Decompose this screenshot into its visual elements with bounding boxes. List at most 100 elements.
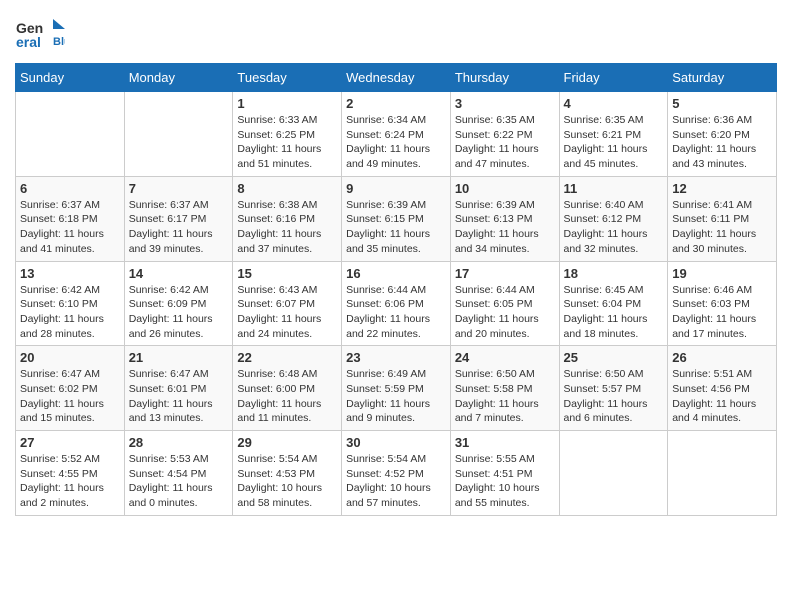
weekday-header-wednesday: Wednesday (342, 64, 451, 92)
calendar-cell: 31Sunrise: 5:55 AMSunset: 4:51 PMDayligh… (450, 431, 559, 516)
calendar-cell: 29 Sunrise: 5:54 AMSunset: 4:53 PMDayligh… (233, 431, 342, 516)
svg-text:Blue: Blue (53, 36, 65, 48)
cell-info: Sunrise: 6:45 AMSunset: 6:04 PMDaylight:… (564, 284, 648, 340)
cell-info: Sunrise: 6:50 AMSunset: 5:57 PMDaylight:… (564, 368, 648, 424)
day-number: 5 (672, 96, 772, 111)
day-number: 12 (672, 181, 772, 196)
day-number: 29 (237, 435, 337, 450)
calendar-cell: 17Sunrise: 6:44 AMSunset: 6:05 PMDayligh… (450, 261, 559, 346)
calendar-cell (559, 431, 668, 516)
cell-info: Sunrise: 6:37 AMSunset: 6:18 PMDaylight:… (20, 199, 104, 255)
calendar-cell: 19 Sunrise: 6:46 AMSunset: 6:03 PMDayligh… (668, 261, 777, 346)
calendar-cell: 25 Sunrise: 6:50 AMSunset: 5:57 PMDayligh… (559, 346, 668, 431)
svg-text:eral: eral (16, 34, 41, 50)
cell-info: Sunrise: 6:42 AMSunset: 6:09 PMDaylight:… (129, 284, 213, 340)
cell-info: Sunrise: 6:48 AMSunset: 6:00 PMDaylight:… (237, 368, 321, 424)
calendar-header: SundayMondayTuesdayWednesdayThursdayFrid… (16, 64, 777, 92)
cell-info: Sunrise: 6:39 AMSunset: 6:15 PMDaylight:… (346, 199, 430, 255)
day-number: 23 (346, 350, 446, 365)
day-number: 11 (564, 181, 664, 196)
weekday-header-sunday: Sunday (16, 64, 125, 92)
cell-info: Sunrise: 6:39 AMSunset: 6:13 PMDaylight:… (455, 199, 539, 255)
cell-info: Sunrise: 6:34 AMSunset: 6:24 PMDaylight:… (346, 114, 430, 170)
weekday-header-monday: Monday (124, 64, 233, 92)
calendar-cell: 16Sunrise: 6:44 AMSunset: 6:06 PMDayligh… (342, 261, 451, 346)
weekday-header-tuesday: Tuesday (233, 64, 342, 92)
cell-info: Sunrise: 5:51 AMSunset: 4:56 PMDaylight:… (672, 368, 756, 424)
calendar-table: SundayMondayTuesdayWednesdayThursdayFrid… (15, 63, 777, 516)
calendar-cell: 18Sunrise: 6:45 AMSunset: 6:04 PMDayligh… (559, 261, 668, 346)
calendar-cell: 7Sunrise: 6:37 AMSunset: 6:17 PMDaylight… (124, 176, 233, 261)
cell-info: Sunrise: 6:36 AMSunset: 6:20 PMDaylight:… (672, 114, 756, 170)
day-number: 9 (346, 181, 446, 196)
day-number: 22 (237, 350, 337, 365)
calendar-cell: 5 Sunrise: 6:36 AMSunset: 6:20 PMDaylight… (668, 92, 777, 177)
cell-info: Sunrise: 5:54 AMSunset: 4:52 PMDaylight:… (346, 453, 431, 509)
calendar-cell: 12 Sunrise: 6:41 AMSunset: 6:11 PMDayligh… (668, 176, 777, 261)
calendar-cell: 23 Sunrise: 6:49 AMSunset: 5:59 PMDayligh… (342, 346, 451, 431)
cell-info: Sunrise: 6:42 AMSunset: 6:10 PMDaylight:… (20, 284, 104, 340)
calendar-cell: 14 Sunrise: 6:42 AMSunset: 6:09 PMDayligh… (124, 261, 233, 346)
cell-info: Sunrise: 6:49 AMSunset: 5:59 PMDaylight:… (346, 368, 430, 424)
day-number: 13 (20, 266, 120, 281)
day-number: 25 (564, 350, 664, 365)
day-number: 2 (346, 96, 446, 111)
cell-info: Sunrise: 6:44 AMSunset: 6:06 PMDaylight:… (346, 284, 430, 340)
day-number: 14 (129, 266, 229, 281)
calendar-cell: 6Sunrise: 6:37 AMSunset: 6:18 PMDaylight… (16, 176, 125, 261)
cell-info: Sunrise: 6:40 AMSunset: 6:12 PMDaylight:… (564, 199, 648, 255)
day-number: 4 (564, 96, 664, 111)
day-number: 8 (237, 181, 337, 196)
day-number: 20 (20, 350, 120, 365)
calendar-cell: 24 Sunrise: 6:50 AMSunset: 5:58 PMDayligh… (450, 346, 559, 431)
cell-info: Sunrise: 6:33 AMSunset: 6:25 PMDaylight:… (237, 114, 321, 170)
cell-info: Sunrise: 6:38 AMSunset: 6:16 PMDaylight:… (237, 199, 321, 255)
cell-info: Sunrise: 6:37 AMSunset: 6:17 PMDaylight:… (129, 199, 213, 255)
calendar-cell: 15 Sunrise: 6:43 AMSunset: 6:07 PMDayligh… (233, 261, 342, 346)
calendar-cell (124, 92, 233, 177)
page-header: Gen eral Blue (15, 15, 777, 53)
calendar-cell: 30 Sunrise: 5:54 AMSunset: 4:52 PMDayligh… (342, 431, 451, 516)
cell-info: Sunrise: 6:47 AMSunset: 6:02 PMDaylight:… (20, 368, 104, 424)
calendar-cell: 13 Sunrise: 6:42 AMSunset: 6:10 PMDayligh… (16, 261, 125, 346)
calendar-cell: 1 Sunrise: 6:33 AMSunset: 6:25 PMDaylight… (233, 92, 342, 177)
calendar-cell: 9 Sunrise: 6:39 AMSunset: 6:15 PMDaylight… (342, 176, 451, 261)
day-number: 28 (129, 435, 229, 450)
cell-info: Sunrise: 6:43 AMSunset: 6:07 PMDaylight:… (237, 284, 321, 340)
day-number: 31 (455, 435, 555, 450)
calendar-body: 1 Sunrise: 6:33 AMSunset: 6:25 PMDaylight… (16, 92, 777, 516)
calendar-cell: 21 Sunrise: 6:47 AMSunset: 6:01 PMDayligh… (124, 346, 233, 431)
day-number: 15 (237, 266, 337, 281)
cell-info: Sunrise: 6:44 AMSunset: 6:05 PMDaylight:… (455, 284, 539, 340)
day-number: 10 (455, 181, 555, 196)
calendar-week-1: 1 Sunrise: 6:33 AMSunset: 6:25 PMDaylight… (16, 92, 777, 177)
calendar-cell: 10 Sunrise: 6:39 AMSunset: 6:13 PMDayligh… (450, 176, 559, 261)
logo-svg: Gen eral Blue (15, 15, 65, 53)
weekday-header-thursday: Thursday (450, 64, 559, 92)
cell-info: Sunrise: 5:53 AMSunset: 4:54 PMDaylight:… (129, 453, 213, 509)
calendar-week-3: 13 Sunrise: 6:42 AMSunset: 6:10 PMDayligh… (16, 261, 777, 346)
cell-info: Sunrise: 6:35 AMSunset: 6:22 PMDaylight:… (455, 114, 539, 170)
calendar-cell: 26Sunrise: 5:51 AMSunset: 4:56 PMDayligh… (668, 346, 777, 431)
day-number: 1 (237, 96, 337, 111)
cell-info: Sunrise: 6:41 AMSunset: 6:11 PMDaylight:… (672, 199, 756, 255)
cell-info: Sunrise: 6:50 AMSunset: 5:58 PMDaylight:… (455, 368, 539, 424)
calendar-week-5: 27 Sunrise: 5:52 AMSunset: 4:55 PMDayligh… (16, 431, 777, 516)
cell-info: Sunrise: 6:46 AMSunset: 6:03 PMDaylight:… (672, 284, 756, 340)
day-number: 30 (346, 435, 446, 450)
day-number: 24 (455, 350, 555, 365)
cell-info: Sunrise: 5:52 AMSunset: 4:55 PMDaylight:… (20, 453, 104, 509)
day-number: 21 (129, 350, 229, 365)
day-number: 3 (455, 96, 555, 111)
calendar-week-4: 20 Sunrise: 6:47 AMSunset: 6:02 PMDayligh… (16, 346, 777, 431)
cell-info: Sunrise: 5:54 AMSunset: 4:53 PMDaylight:… (237, 453, 322, 509)
day-number: 27 (20, 435, 120, 450)
calendar-cell: 27 Sunrise: 5:52 AMSunset: 4:55 PMDayligh… (16, 431, 125, 516)
calendar-cell: 3 Sunrise: 6:35 AMSunset: 6:22 PMDaylight… (450, 92, 559, 177)
cell-info: Sunrise: 6:47 AMSunset: 6:01 PMDaylight:… (129, 368, 213, 424)
day-number: 19 (672, 266, 772, 281)
calendar-cell (668, 431, 777, 516)
cell-info: Sunrise: 6:35 AMSunset: 6:21 PMDaylight:… (564, 114, 648, 170)
weekday-row: SundayMondayTuesdayWednesdayThursdayFrid… (16, 64, 777, 92)
calendar-week-2: 6Sunrise: 6:37 AMSunset: 6:18 PMDaylight… (16, 176, 777, 261)
